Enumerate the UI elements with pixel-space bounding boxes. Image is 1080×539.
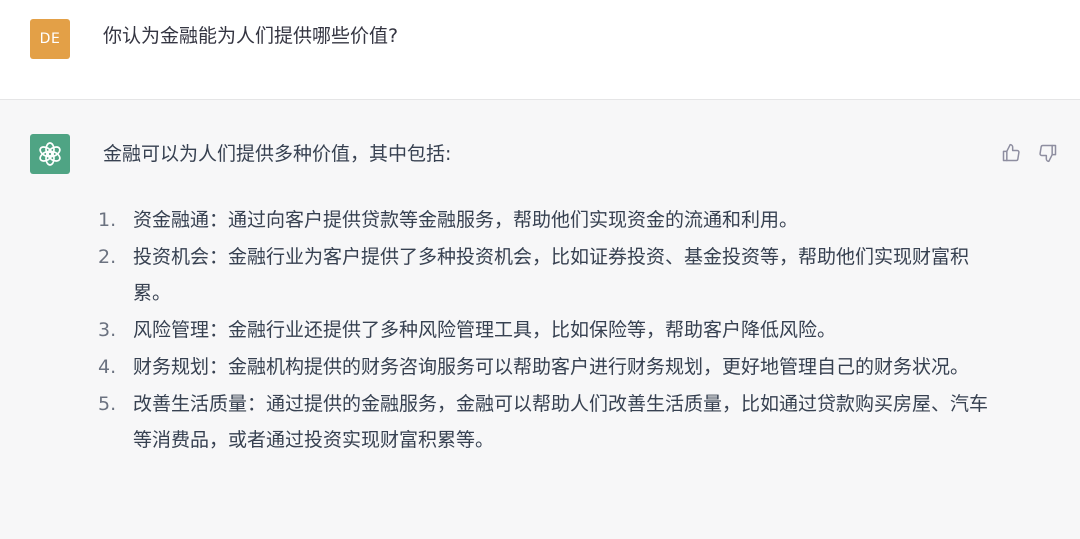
list-item: 1. 资金融通：通过向客户提供贷款等金融服务，帮助他们实现资金的流通和利用。 <box>98 202 988 238</box>
user-message-text: 你认为金融能为人们提供哪些价值? <box>103 25 399 47</box>
thumbs-up-button[interactable] <box>998 140 1024 166</box>
user-message-row: DE 你认为金融能为人们提供哪些价值? <box>0 0 1080 100</box>
assistant-avatar <box>30 134 70 174</box>
list-item: 5. 改善生活质量：通过提供的金融服务，金融可以帮助人们改善生活质量，比如通过贷… <box>98 386 988 458</box>
list-item-text: 财务规划：金融机构提供的财务咨询服务可以帮助客户进行财务规划，更好地管理自己的财… <box>133 356 970 378</box>
list-item-text: 投资机会：金融行业为客户提供了多种投资机会，比如证券投资、基金投资等，帮助他们实… <box>133 246 970 304</box>
assistant-intro-text: 金融可以为人们提供多种价值，其中包括: <box>103 143 452 165</box>
thumbs-down-icon <box>1039 144 1057 163</box>
list-item: 4. 财务规划：金融机构提供的财务咨询服务可以帮助客户进行财务规划，更好地管理自… <box>98 349 988 385</box>
list-item-number: 1. <box>98 209 117 231</box>
list-item-number: 3. <box>98 319 117 341</box>
list-item-number: 5. <box>98 393 117 415</box>
list-item: 2. 投资机会：金融行业为客户提供了多种投资机会，比如证券投资、基金投资等，帮助… <box>98 239 988 311</box>
openai-logo-icon <box>39 142 61 166</box>
list-item-text: 风险管理：金融行业还提供了多种风险管理工具，比如保险等，帮助客户降低风险。 <box>133 319 837 341</box>
assistant-answer-list: 1. 资金融通：通过向客户提供贷款等金融服务，帮助他们实现资金的流通和利用。 2… <box>98 202 988 459</box>
list-item-number: 2. <box>98 246 117 268</box>
list-item: 3. 风险管理：金融行业还提供了多种风险管理工具，比如保险等，帮助客户降低风险。 <box>98 312 988 348</box>
thumbs-up-icon <box>1002 143 1020 162</box>
thumbs-down-button[interactable] <box>1035 140 1061 166</box>
user-avatar: DE <box>30 19 70 59</box>
assistant-message-row: 金融可以为人们提供多种价值，其中包括: 1. 资金融通：通过向客户提供贷款等金融… <box>0 100 1080 539</box>
list-item-text: 资金融通：通过向客户提供贷款等金融服务，帮助他们实现资金的流通和利用。 <box>133 209 799 231</box>
list-item-number: 4. <box>98 356 117 378</box>
list-item-text: 改善生活质量：通过提供的金融服务，金融可以帮助人们改善生活质量，比如通过贷款购买… <box>133 393 989 451</box>
